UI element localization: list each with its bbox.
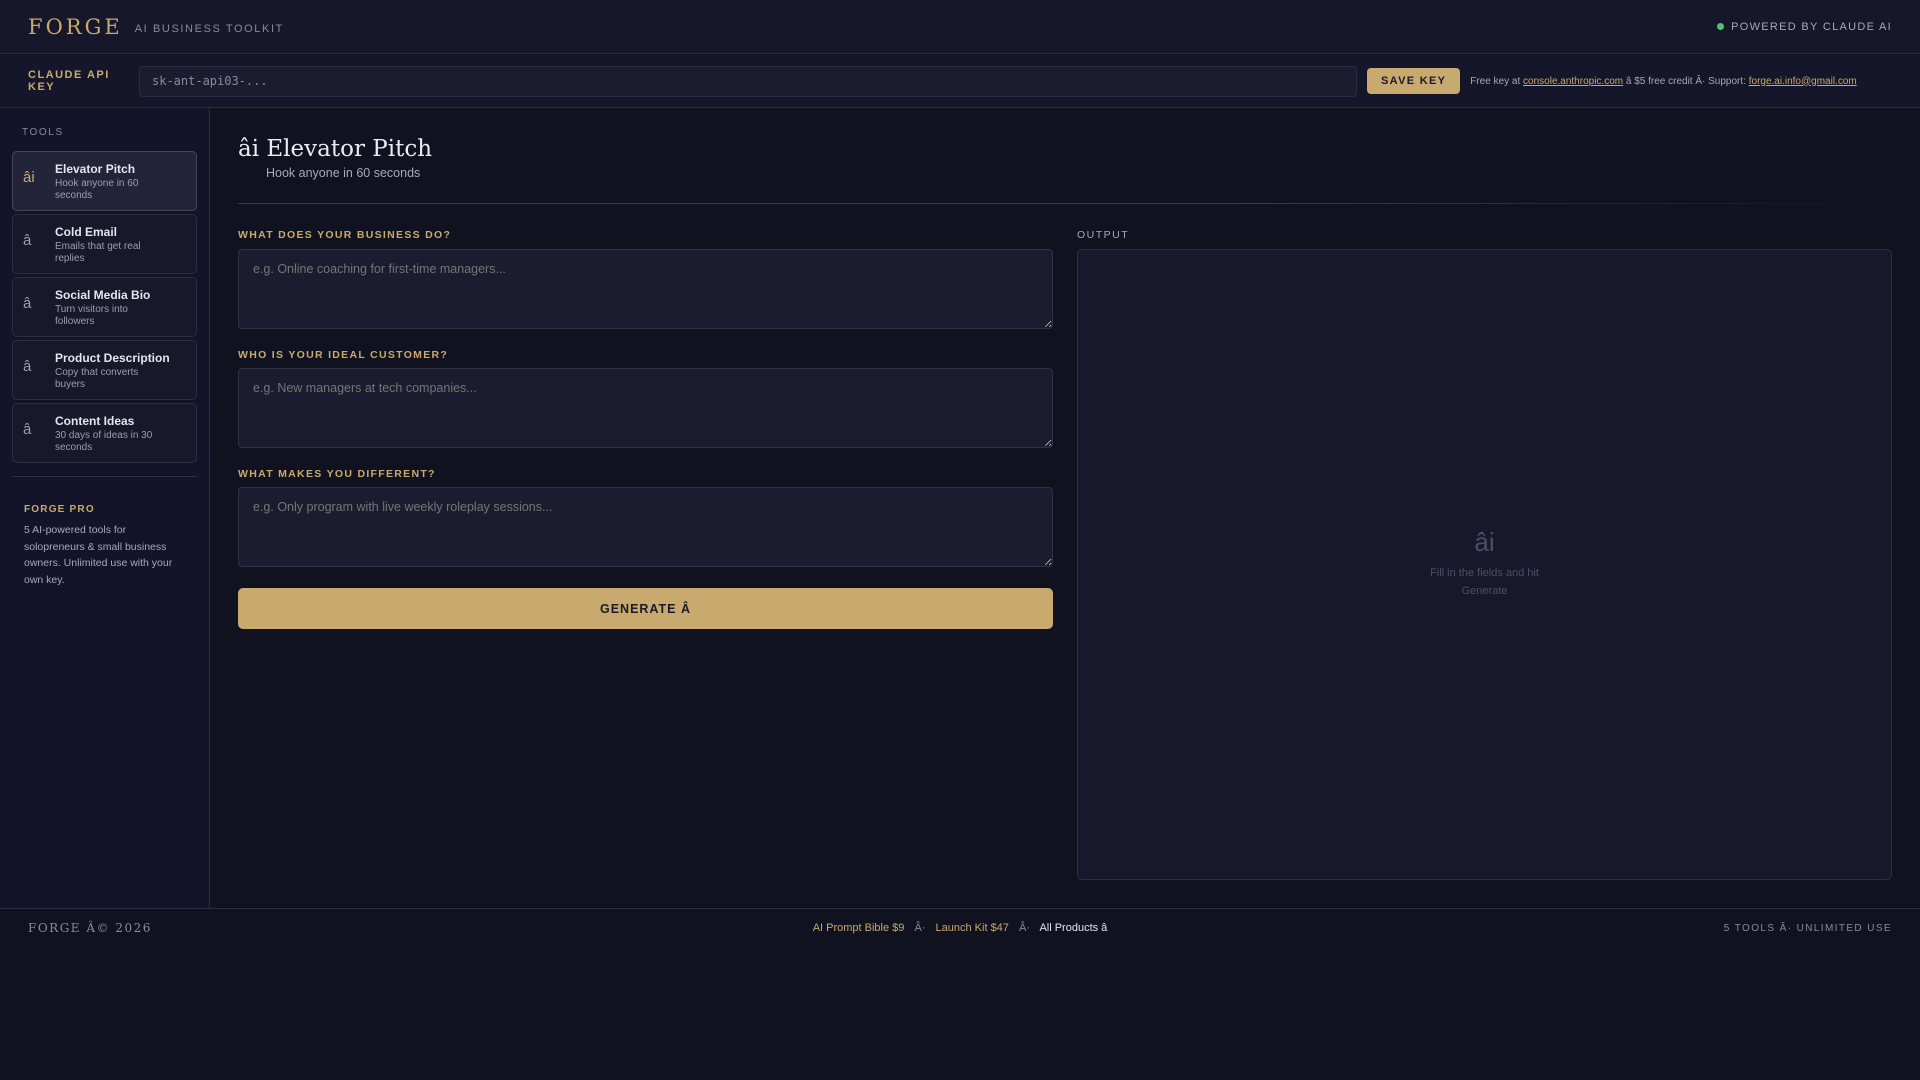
sidebar-item-cold-email[interactable]: â Cold Email Emails that get real replie… — [12, 214, 197, 274]
social-media-bio-icon: â — [23, 295, 32, 312]
tool-name: Elevator Pitch — [55, 162, 136, 176]
footer-links: AI Prompt Bible $9 Â· Launch Kit $47 Â· … — [0, 922, 1920, 934]
tool-description: Hook anyone in 60 seconds — [55, 178, 139, 201]
status-dot-icon — [1717, 23, 1725, 30]
pro-title: FORGE PRO — [24, 504, 95, 515]
customer-field-label: WHO IS YOUR IDEAL CUSTOMER? — [238, 349, 449, 361]
tool-name: Product Description — [55, 351, 170, 365]
tools-sidebar: TOOLS âi Elevator Pitch Hook anyone in 6… — [0, 108, 210, 908]
app-tagline: AI BUSINESS TOOLKIT — [134, 23, 284, 35]
tool-name: Content Ideas — [55, 414, 135, 428]
tool-header: âi Elevator Pitch Hook anyone in 60 seco… — [238, 136, 432, 180]
powered-by-label: POWERED BY CLAUDE AI — [1731, 20, 1892, 33]
footer-separator: Â· — [1018, 922, 1030, 934]
output-placeholder-icon: âi — [1474, 527, 1495, 557]
sidebar-item-social-media-bio[interactable]: â Social Media Bio Turn visitors into fo… — [12, 277, 197, 337]
sidebar-title: TOOLS — [22, 127, 64, 138]
app-footer: FORGE Â© 2026 AI Prompt Bible $9 Â· Laun… — [0, 908, 1920, 946]
api-note-prefix: Free key at — [1470, 75, 1521, 87]
tool-description: Emails that get real replies — [55, 241, 141, 264]
footer-separator: Â· — [914, 922, 926, 934]
support-email-link[interactable]: forge.ai.info@gmail.com — [1749, 76, 1857, 87]
save-key-button[interactable]: SAVE KEY — [1367, 68, 1461, 94]
product-description-icon: â — [23, 358, 32, 375]
console-link[interactable]: console.anthropic.com — [1523, 76, 1623, 87]
page-title-text: Elevator Pitch — [266, 136, 433, 162]
business-input[interactable] — [238, 249, 1053, 329]
footer-link-launch-kit[interactable]: Launch Kit $47 — [936, 922, 1009, 934]
api-key-note: Free key at console.anthropic.com â $5 f… — [1470, 76, 1857, 87]
tool-name: Social Media Bio — [55, 288, 151, 302]
output-empty-message: Fill in the fields and hit Generate — [1430, 567, 1539, 597]
sidebar-item-elevator-pitch[interactable]: âi Elevator Pitch Hook anyone in 60 seco… — [12, 151, 197, 211]
different-input[interactable] — [238, 487, 1053, 567]
footer-link-prompt-bible[interactable]: AI Prompt Bible $9 — [813, 922, 905, 934]
customer-input[interactable] — [238, 368, 1053, 448]
generate-button[interactable]: GENERATE Â — [238, 588, 1053, 629]
pro-description: 5 AI-powered tools for solopreneurs & sm… — [24, 524, 173, 586]
page-subtitle: Hook anyone in 60 seconds — [266, 166, 421, 180]
business-field-label: WHAT DOES YOUR BUSINESS DO? — [238, 229, 452, 241]
tool-name: Cold Email — [55, 225, 118, 239]
api-key-label: CLAUDE API KEY — [28, 69, 110, 93]
output-panel[interactable]: âi Fill in the fields and hit Generate — [1077, 249, 1892, 880]
sidebar-item-product-description[interactable]: â Product Description Copy that converts… — [12, 340, 197, 400]
title-divider — [238, 203, 1891, 204]
api-key-input[interactable] — [139, 65, 1357, 97]
output-empty-state: âi Fill in the fields and hit Generate — [1078, 527, 1891, 600]
output-label: OUTPUT — [1077, 229, 1130, 241]
powered-by-badge: POWERED BY CLAUDE AI — [1717, 21, 1892, 33]
page-title: âi Elevator Pitch — [238, 136, 432, 162]
app-header: FORGE AI BUSINESS TOOLKIT POWERED BY CLA… — [0, 0, 1920, 54]
cold-email-icon: â — [23, 232, 32, 249]
tool-description: 30 days of ideas in 30 seconds — [55, 430, 153, 453]
content-ideas-icon: â — [23, 421, 32, 438]
footer-link-all-products[interactable]: All Products â — [1039, 922, 1107, 934]
footer-tagline: 5 TOOLS Â· UNLIMITED USE — [1723, 923, 1892, 934]
different-field-label: WHAT MAKES YOU DIFFERENT? — [238, 468, 436, 480]
tool-description: Copy that converts buyers — [55, 367, 139, 390]
sidebar-item-content-ideas[interactable]: â Content Ideas 30 days of ideas in 30 s… — [12, 403, 197, 463]
elevator-pitch-icon: âi — [238, 136, 260, 162]
api-key-bar: CLAUDE API KEY SAVE KEY Free key at cons… — [0, 55, 1920, 108]
tool-description: Turn visitors into followers — [55, 304, 128, 327]
app-logo[interactable]: FORGE — [28, 15, 123, 39]
elevator-pitch-icon: âi — [23, 169, 35, 186]
api-note-middle: â $5 free credit Â· Support: — [1625, 75, 1746, 87]
sidebar-divider — [12, 476, 197, 477]
